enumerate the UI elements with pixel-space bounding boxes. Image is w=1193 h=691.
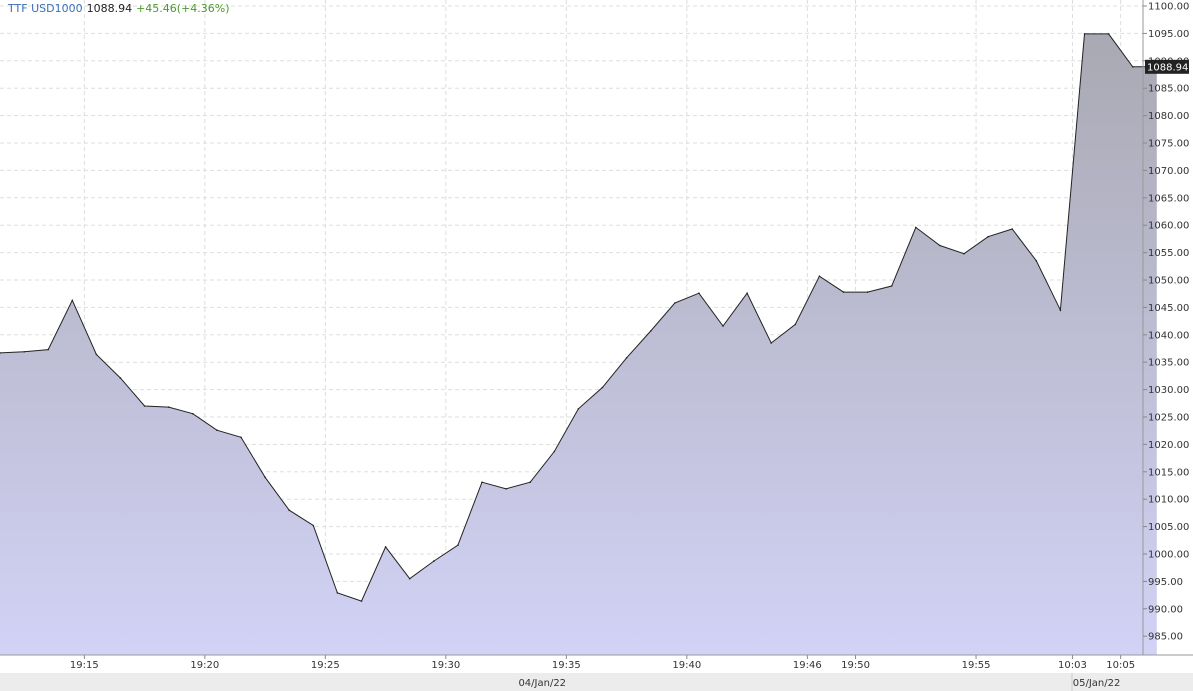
- y-tick-label: 1045.00: [1148, 303, 1189, 314]
- data-point: [818, 275, 821, 278]
- data-point: [481, 481, 483, 484]
- data-point: [890, 285, 893, 287]
- y-tick-label: 1065.00: [1148, 193, 1189, 204]
- y-tick-label: 995.00: [1148, 577, 1183, 588]
- y-tick-label: 1025.00: [1148, 413, 1189, 424]
- data-point: [192, 412, 194, 415]
- data-point: [95, 353, 98, 356]
- date-bar: [0, 673, 1193, 691]
- y-tick-label: 985.00: [1148, 632, 1183, 643]
- y-tick-label: 1030.00: [1148, 385, 1189, 396]
- x-tick-label: 19:25: [311, 660, 340, 671]
- data-point: [601, 386, 604, 389]
- data-point: [384, 546, 387, 548]
- data-point: [167, 406, 170, 408]
- y-tick-label: 990.00: [1148, 604, 1183, 615]
- last-price-label: 1088.94: [1147, 62, 1188, 73]
- date-label: 05/Jan/22: [1073, 678, 1121, 689]
- data-point: [1083, 33, 1086, 35]
- data-point: [577, 408, 580, 410]
- data-point: [433, 560, 435, 562]
- data-point: [553, 450, 556, 453]
- data-point: [746, 292, 748, 295]
- y-tick-label: 1060.00: [1148, 221, 1189, 232]
- price-chart[interactable]: 985.00 990.00 995.00 1000.00 1005.00 1010.00 1…: [0, 0, 1193, 691]
- y-tick-label: 1010.00: [1148, 495, 1189, 506]
- data-point: [625, 357, 628, 359]
- last-price: 1088.94: [87, 2, 133, 15]
- data-point: [119, 377, 122, 379]
- data-point: [360, 600, 363, 602]
- data-point: [505, 488, 507, 490]
- data-point: [1131, 66, 1134, 68]
- data-point: [143, 405, 146, 407]
- last-price-marker: 1088.94: [1145, 59, 1189, 74]
- data-point: [264, 476, 266, 479]
- header: TTF USD1000 1088.94 +45.46(+4.36%): [7, 2, 230, 15]
- data-point: [866, 291, 869, 293]
- header-text: TTF USD1000 1088.94 +45.46(+4.36%): [7, 2, 230, 15]
- x-tick-label: 10:03: [1058, 660, 1087, 671]
- data-point: [336, 592, 339, 594]
- y-tick-label: 1055.00: [1148, 248, 1189, 259]
- x-tick-label: 19:20: [190, 660, 219, 671]
- data-point: [842, 291, 845, 293]
- y-tick-label: 1085.00: [1148, 84, 1189, 95]
- data-point: [1059, 309, 1062, 311]
- date-label: 04/Jan/22: [518, 678, 566, 689]
- data-point: [1035, 260, 1038, 262]
- symbol-label[interactable]: TTF USD1000: [7, 2, 83, 15]
- x-tick-label: 19:35: [552, 660, 581, 671]
- data-point: [794, 323, 797, 326]
- data-point: [963, 252, 965, 255]
- y-tick-label: 1100.00: [1148, 2, 1189, 13]
- data-point: [722, 325, 724, 327]
- y-tick-label: 1095.00: [1148, 29, 1189, 40]
- data-point: [47, 348, 49, 351]
- data-point: [698, 292, 700, 295]
- data-point: [915, 226, 917, 229]
- x-tick-label: 19:30: [431, 660, 460, 671]
- y-tick-label: 1015.00: [1148, 467, 1189, 478]
- y-tick-label: 1005.00: [1148, 522, 1189, 533]
- data-point: [240, 436, 242, 439]
- data-point: [987, 235, 989, 238]
- data-point: [312, 524, 315, 527]
- data-point: [457, 544, 459, 546]
- data-point: [1011, 228, 1013, 230]
- data-point: [674, 302, 676, 304]
- y-tick-label: 1080.00: [1148, 111, 1189, 122]
- x-tick-label: 10:05: [1106, 660, 1135, 671]
- data-point: [529, 481, 531, 484]
- data-point: [770, 342, 772, 344]
- y-tick-label: 1040.00: [1148, 330, 1189, 341]
- data-point: [939, 244, 941, 247]
- data-point: [216, 429, 218, 432]
- x-tick-label: 19:46: [793, 660, 822, 671]
- y-tick-label: 1050.00: [1148, 276, 1189, 287]
- price-change: +45.46(+4.36%): [136, 2, 229, 15]
- y-tick-label: 1020.00: [1148, 440, 1189, 451]
- data-point: [288, 509, 291, 512]
- data-point: [23, 351, 25, 353]
- data-point: [71, 299, 74, 302]
- y-tick-label: 1070.00: [1148, 166, 1189, 177]
- x-tick-label: 19:15: [70, 660, 99, 671]
- y-tick-label: 1000.00: [1148, 550, 1189, 561]
- x-axis: 19:15 19:20 19:25 19:30 19:35 19:40 19:46 19:50…: [70, 655, 1135, 671]
- x-tick-label: 19:50: [841, 660, 870, 671]
- x-tick-label: 19:40: [672, 660, 701, 671]
- data-point: [1107, 33, 1110, 35]
- data-point: [649, 330, 652, 332]
- y-tick-label: 1035.00: [1148, 358, 1189, 369]
- y-tick-label: 1075.00: [1148, 139, 1189, 150]
- data-point: [408, 577, 411, 580]
- x-tick-label: 19:55: [962, 660, 991, 671]
